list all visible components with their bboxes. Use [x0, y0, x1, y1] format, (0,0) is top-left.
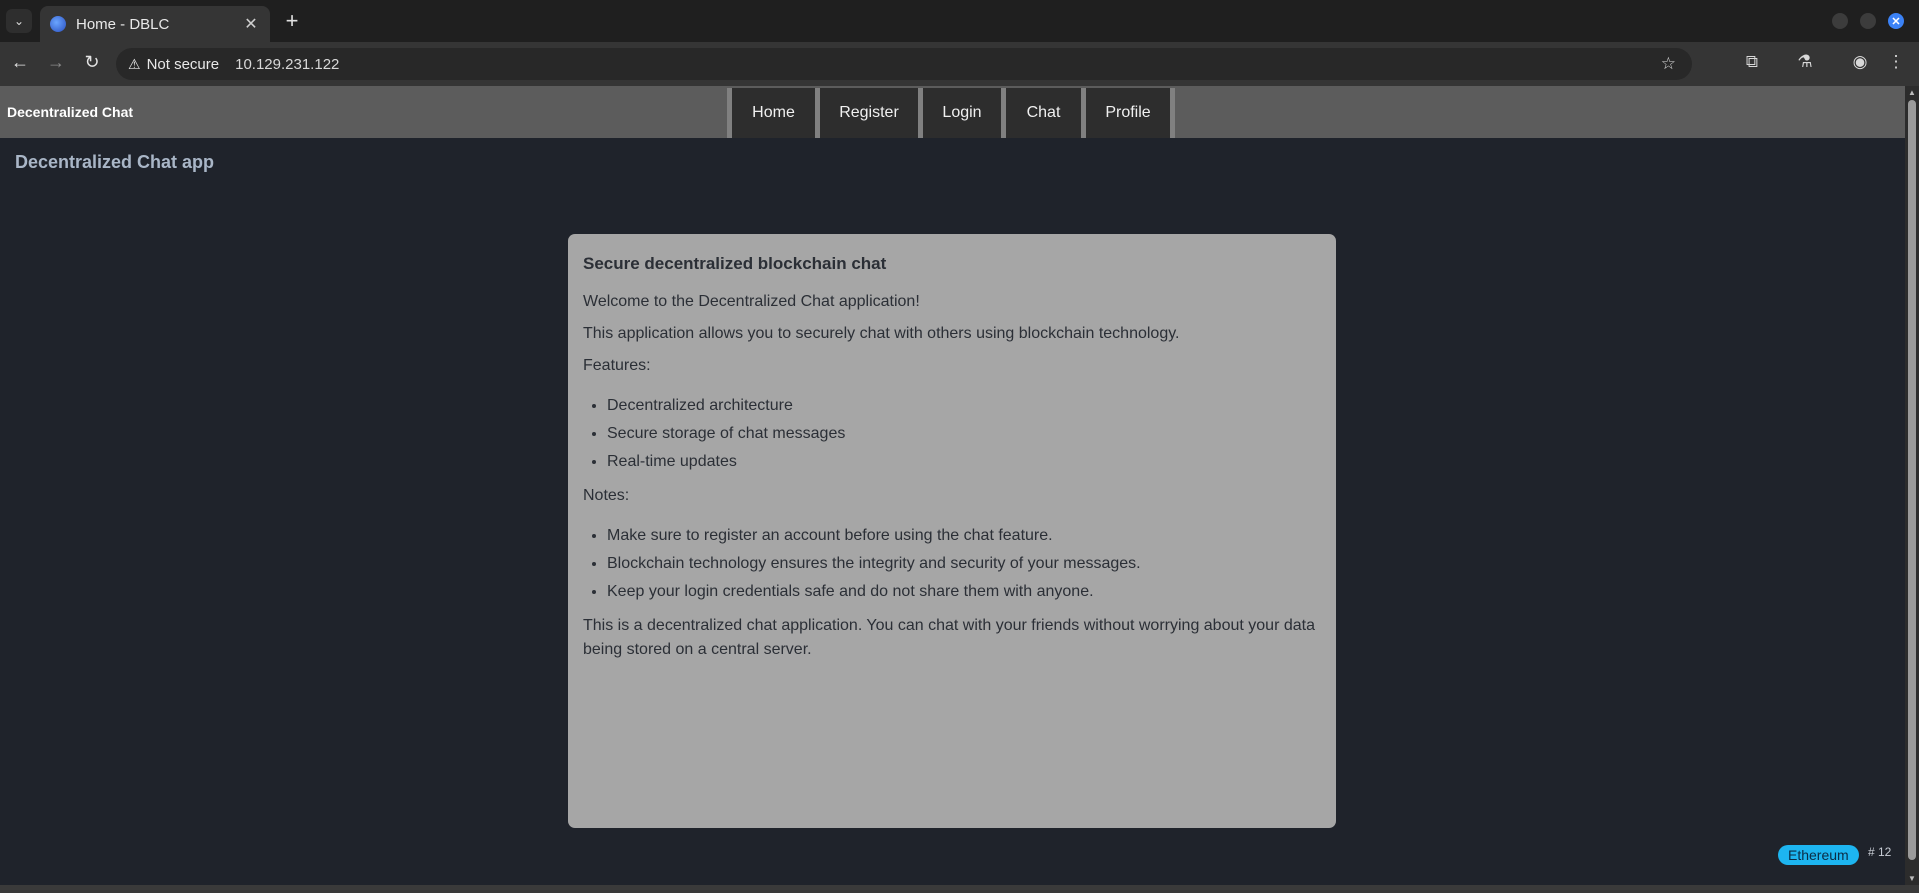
extensions-puzzle-icon[interactable]: ⧉: [1740, 52, 1764, 72]
features-heading: Features:: [583, 357, 651, 374]
list-item: Make sure to register an account before …: [607, 522, 1321, 550]
card-title: Secure decentralized blockchain chat: [583, 254, 887, 273]
warning-triangle-icon[interactable]: ⚠: [128, 56, 141, 73]
features-list: Decentralized architecture Secure storag…: [607, 392, 1321, 476]
labs-flask-icon[interactable]: ⚗: [1793, 52, 1817, 72]
nav-link-profile[interactable]: Profile: [1081, 88, 1175, 138]
nav-link-chat[interactable]: Chat: [1001, 88, 1081, 138]
list-item: Decentralized architecture: [607, 392, 1321, 420]
window-close-button[interactable]: ✕: [1888, 13, 1904, 29]
site-navbar: Decentralized Chat Home Register Login C…: [0, 86, 1905, 138]
security-indicator[interactable]: Not secure: [147, 56, 220, 73]
tab-search-chevron-icon[interactable]: ⌄: [6, 9, 32, 33]
intro-text: This application allows you to securely …: [583, 325, 1180, 342]
window-maximize-button[interactable]: [1860, 13, 1876, 29]
welcome-text: Welcome to the Decentralized Chat applic…: [583, 293, 920, 310]
url-text[interactable]: 10.129.231.122: [235, 56, 339, 73]
block-number: # 12: [1868, 845, 1892, 859]
back-arrow-icon[interactable]: ←: [8, 52, 32, 73]
horizontal-scrollbar: [0, 885, 1919, 893]
info-card: Secure decentralized blockchain chat Wel…: [568, 234, 1336, 828]
list-item: Secure storage of chat messages: [607, 420, 1321, 448]
page-scrollbar[interactable]: ▲ ▼: [1905, 86, 1919, 885]
scroll-thumb[interactable]: [1908, 100, 1916, 860]
browser-toolbar: ← → ↻ ⚠ Not secure 10.129.231.122 ☆ ⧉ ⚗ …: [0, 42, 1919, 86]
nav-link-register[interactable]: Register: [815, 88, 918, 138]
bookmark-star-icon[interactable]: ☆: [1661, 54, 1676, 74]
site-favicon-icon: [50, 16, 66, 32]
network-badge: Ethereum: [1778, 845, 1859, 865]
site-nav-menu: Home Register Login Chat Profile: [727, 88, 1175, 138]
list-item: Real-time updates: [607, 448, 1321, 476]
notes-heading: Notes:: [583, 487, 630, 504]
notes-list: Make sure to register an account before …: [607, 522, 1321, 606]
kebab-menu-icon[interactable]: ⋮: [1884, 52, 1908, 72]
forward-arrow-icon[interactable]: →: [44, 52, 68, 73]
site-brand: Decentralized Chat: [7, 104, 134, 120]
list-item: Blockchain technology ensures the integr…: [607, 550, 1321, 578]
nav-link-home[interactable]: Home: [727, 88, 815, 138]
footer-text: This is a decentralized chat application…: [583, 617, 1315, 658]
scroll-up-arrow-icon[interactable]: ▲: [1905, 88, 1919, 97]
profile-avatar-icon[interactable]: ◉: [1848, 52, 1872, 72]
new-tab-plus-icon[interactable]: +: [280, 8, 304, 34]
close-icon[interactable]: ✕: [242, 14, 260, 34]
address-bar[interactable]: ⚠ Not secure 10.129.231.122 ☆: [116, 48, 1692, 80]
window-minimize-button[interactable]: [1832, 13, 1848, 29]
browser-tab-active[interactable]: Home - DBLC ✕: [40, 6, 270, 42]
page-title: Decentralized Chat app: [15, 152, 215, 172]
list-item: Keep your login credentials safe and do …: [607, 578, 1321, 606]
scroll-down-arrow-icon[interactable]: ▼: [1905, 874, 1919, 883]
tab-title: Home - DBLC: [76, 15, 170, 33]
web-page: Decentralized Chat Home Register Login C…: [0, 86, 1905, 885]
nav-link-login[interactable]: Login: [918, 88, 1001, 138]
reload-icon[interactable]: ↻: [80, 52, 104, 73]
browser-tabstrip: ⌄ Home - DBLC ✕ + ✕: [0, 0, 1919, 42]
